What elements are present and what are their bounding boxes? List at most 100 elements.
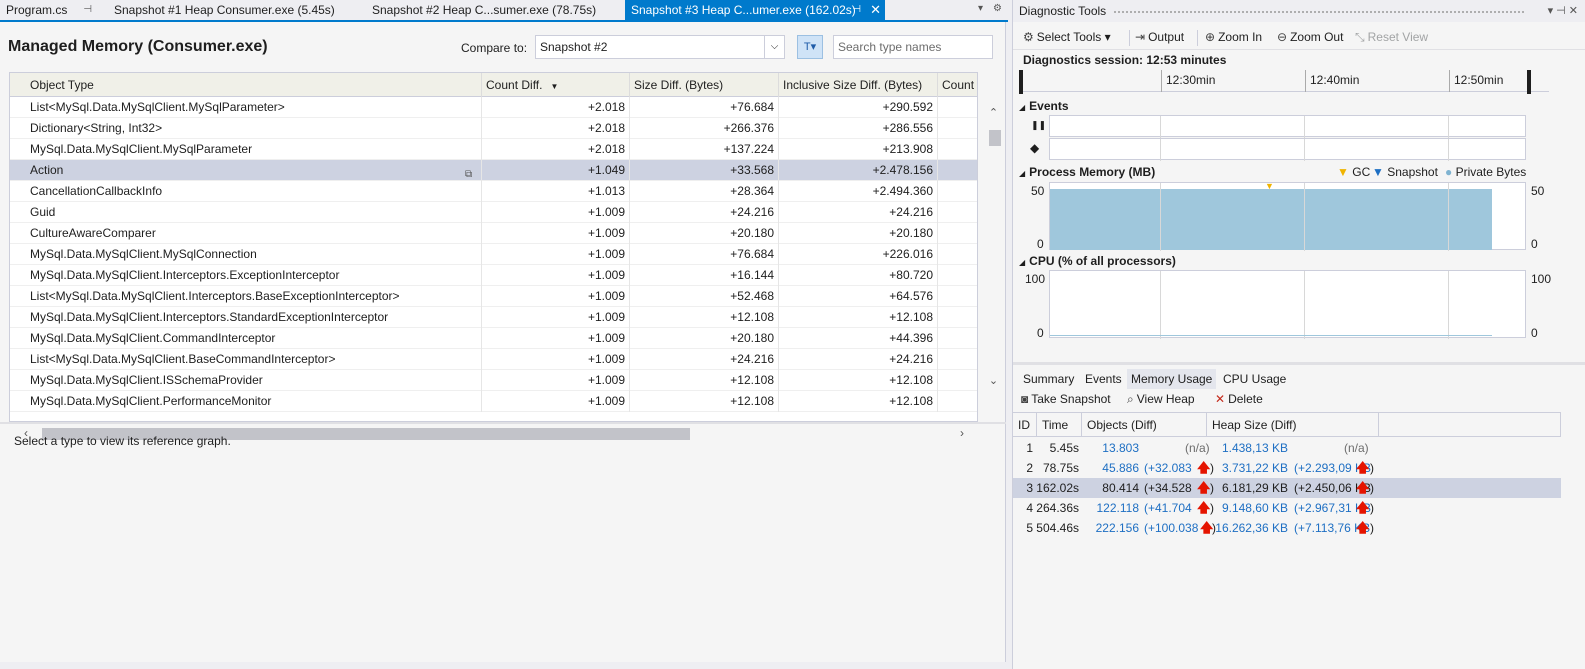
column-header-count-diff[interactable]: Count Diff. ▼ xyxy=(482,73,630,97)
snapshot-objects-link[interactable]: 222.156 xyxy=(1085,518,1139,538)
delete-button[interactable]: ✕ Delete xyxy=(1215,390,1263,408)
column-header-heap-size[interactable]: Heap Size (Diff) xyxy=(1207,413,1379,437)
pin-icon[interactable]: ⊣ xyxy=(83,0,92,20)
ruler-label: 12:30min xyxy=(1166,73,1216,87)
table-row[interactable]: CancellationCallbackInfo +1.013 +28.364 +2.… xyxy=(10,181,977,202)
tab-cpu-usage[interactable]: CPU Usage xyxy=(1219,369,1290,389)
column-header-count[interactable]: Count xyxy=(938,73,977,97)
column-header-id[interactable]: ID xyxy=(1013,413,1037,437)
gc-marker[interactable]: ▼ xyxy=(1265,181,1274,191)
table-row[interactable]: List<MySql.Data.MySqlClient.Interceptors… xyxy=(10,286,977,307)
objects-diff-link[interactable]: (+100.038 xyxy=(1144,518,1198,538)
drag-grip[interactable] xyxy=(1113,10,1526,14)
window-controls-icon[interactable]: ▾ ⊣ ✕ xyxy=(1548,0,1578,22)
chevron-down-icon: ▾ xyxy=(1104,30,1111,44)
snapshot-heap-size-link[interactable]: 6.181,29 KB xyxy=(1212,478,1288,498)
tab-snapshot-1[interactable]: Snapshot #1 Heap Consumer.exe (5.45s) xyxy=(108,0,358,20)
compare-to-select[interactable]: Snapshot #2 ⌵ xyxy=(535,35,785,59)
reset-view-button[interactable]: ⤡ Reset View xyxy=(1355,28,1428,46)
take-snapshot-button[interactable]: ◙ Take Snapshot xyxy=(1021,390,1111,408)
scroll-up-icon[interactable]: ⌃ xyxy=(985,106,1002,122)
column-header-object-type[interactable]: Object Type xyxy=(10,73,482,97)
process-memory-section-header[interactable]: ◢ Process Memory (MB) xyxy=(1019,165,1155,179)
snapshot-objects-link[interactable]: 80.414 xyxy=(1085,478,1139,498)
table-row[interactable]: List<MySql.Data.MySqlClient.MySqlParamet… xyxy=(10,97,977,118)
scroll-right-icon[interactable]: › xyxy=(960,426,964,440)
chevron-down-icon[interactable]: ⌵ xyxy=(764,36,784,58)
zoom-in-button[interactable]: ⊕ Zoom In xyxy=(1205,28,1262,46)
table-row[interactable]: Action ⧉ +1.049 +33.568 +2.478.156 xyxy=(10,160,977,181)
table-row[interactable]: Guid +1.009 +24.216 +24.216 xyxy=(10,202,977,223)
inclusive-size-diff-cell: +80.720 xyxy=(779,265,938,286)
objects-diff-link[interactable]: (+41.704 xyxy=(1144,498,1192,518)
diagnostic-tools-panel: Diagnostic Tools ▾ ⊣ ✕ ⚙ Select Tools ▾ ⇥… xyxy=(1012,0,1585,669)
table-row[interactable]: List<MySql.Data.MySqlClient.BaseCommandI… xyxy=(10,349,977,370)
table-row[interactable]: MySql.Data.MySqlClient.Interceptors.Stan… xyxy=(10,307,977,328)
snapshot-row[interactable]: 1 5.45s 13.803 (n/a) 1.438,13 KB (n/a) xyxy=(1013,438,1561,458)
events-section-header[interactable]: ◢ Events xyxy=(1019,99,1069,113)
snapshot-objects-link[interactable]: 122.118 xyxy=(1085,498,1140,518)
table-row[interactable]: MySql.Data.MySqlClient.PerformanceMonito… xyxy=(10,391,977,412)
pin-icon[interactable]: ⊣ xyxy=(852,0,861,20)
cpu-chart[interactable] xyxy=(1049,270,1526,339)
tab-snapshot-2[interactable]: Snapshot #2 Heap C...sumer.exe (78.75s) xyxy=(366,0,616,20)
zoom-out-icon: ⊖ xyxy=(1277,30,1288,44)
column-header-objects[interactable]: Objects (Diff) xyxy=(1082,413,1207,437)
object-type-cell: MySql.Data.MySqlClient.MySqlConnection xyxy=(10,244,482,265)
events-lane-markers[interactable] xyxy=(1049,138,1526,161)
tab-events[interactable]: Events xyxy=(1081,369,1126,389)
process-memory-chart[interactable]: ▼ xyxy=(1049,181,1526,251)
table-row[interactable]: MySql.Data.MySqlClient.ISSchemaProvider +… xyxy=(10,370,977,391)
tab-program-cs[interactable]: Program.cs ⊣ xyxy=(0,0,96,20)
snapshot-row[interactable]: 3 162.02s 80.414 (+34.528 🡅) 6.181,29 KB (+2.4… xyxy=(1013,478,1561,498)
column-header-time[interactable]: Time xyxy=(1037,413,1082,437)
snapshot-row[interactable]: 5 504.46s 222.156 (+100.038 🡅) 16.262,36 KB (+… xyxy=(1013,518,1561,538)
camera-icon: ◙ xyxy=(1021,392,1029,406)
object-type-cell: Dictionary<String, Int32> xyxy=(10,118,482,139)
table-row[interactable]: CultureAwareComparer +1.009 +20.180 +20.180 xyxy=(10,223,977,244)
objects-diff-link[interactable]: (+32.083 xyxy=(1144,458,1192,478)
snapshot-heap-size-link[interactable]: 16.262,36 KB xyxy=(1212,518,1288,538)
snapshot-heap-size-link[interactable]: 3.731,22 KB xyxy=(1212,458,1288,478)
settings-icon[interactable]: ⚙ xyxy=(993,3,1002,14)
view-heap-button[interactable]: ⌕ View Heap xyxy=(1127,390,1195,408)
tab-memory-usage[interactable]: Memory Usage xyxy=(1127,369,1217,389)
zoom-out-button[interactable]: ⊖ Zoom Out xyxy=(1277,28,1343,46)
diagnostic-tools-titlebar: Diagnostic Tools ▾ ⊣ ✕ xyxy=(1013,0,1585,22)
copy-icon[interactable]: ⧉ xyxy=(465,164,477,180)
tab-snapshot-3[interactable]: Snapshot #3 Heap C...umer.exe (162.02s) … xyxy=(625,0,885,20)
objects-diff-na: (n/a) xyxy=(1185,441,1210,455)
column-header-size-diff[interactable]: Size Diff. (Bytes) xyxy=(630,73,779,97)
close-icon[interactable]: ✕ xyxy=(870,0,881,20)
search-type-names-input[interactable] xyxy=(833,35,993,59)
table-row[interactable]: MySql.Data.MySqlClient.Interceptors.Exce… xyxy=(10,265,977,286)
events-lane-pause[interactable] xyxy=(1049,115,1526,138)
cpu-section-header[interactable]: ◢ CPU (% of all processors) xyxy=(1019,254,1176,268)
vertical-scrollbar[interactable]: ⌃ ⌄ xyxy=(985,106,1002,426)
timeline-ruler[interactable]: 12:30min 12:40min 12:50min xyxy=(1019,70,1549,94)
table-row[interactable]: MySql.Data.MySqlClient.MySqlParameter +2.… xyxy=(10,139,977,160)
column-header-inclusive-size-diff[interactable]: Inclusive Size Diff. (Bytes) xyxy=(779,73,938,97)
snapshot-heap-size-link[interactable]: 9.148,60 KB xyxy=(1212,498,1288,518)
tab-summary[interactable]: Summary xyxy=(1019,369,1078,389)
gear-icon: ⚙ xyxy=(1023,30,1034,44)
object-type-cell: Action xyxy=(10,160,482,181)
filter-button[interactable]: T▾ xyxy=(797,35,823,59)
table-row[interactable]: MySql.Data.MySqlClient.MySqlConnection +1… xyxy=(10,244,977,265)
table-row[interactable]: Dictionary<String, Int32> +2.018 +266.376 +… xyxy=(10,118,977,139)
timeline-range-end-handle[interactable] xyxy=(1527,70,1531,94)
snapshot-row[interactable]: 2 78.75s 45.886 (+32.083 🡅) 3.731,22 KB (+2.29… xyxy=(1013,458,1561,478)
snapshot-objects-link[interactable]: 13.803 xyxy=(1085,438,1139,458)
timeline-range-start-handle[interactable] xyxy=(1019,70,1023,94)
tab-list-dropdown-icon[interactable]: ▾ xyxy=(978,3,983,14)
table-row[interactable]: MySql.Data.MySqlClient.CommandIntercepto… xyxy=(10,328,977,349)
select-tools-button[interactable]: ⚙ Select Tools ▾ xyxy=(1023,28,1111,46)
objects-diff-link[interactable]: (+34.528 xyxy=(1144,478,1192,498)
snapshot-row[interactable]: 4 264.36s 122.118 (+41.704 🡅) 9.148,60 KB (+2.… xyxy=(1013,498,1561,518)
pane-splitter[interactable] xyxy=(0,422,1006,424)
snapshot-objects-link[interactable]: 45.886 xyxy=(1085,458,1139,478)
snapshot-heap-size-link[interactable]: 1.438,13 KB xyxy=(1212,438,1288,458)
scroll-thumb[interactable] xyxy=(989,130,1001,146)
scroll-down-icon[interactable]: ⌄ xyxy=(985,374,1002,390)
output-button[interactable]: ⇥ Output xyxy=(1135,28,1184,46)
